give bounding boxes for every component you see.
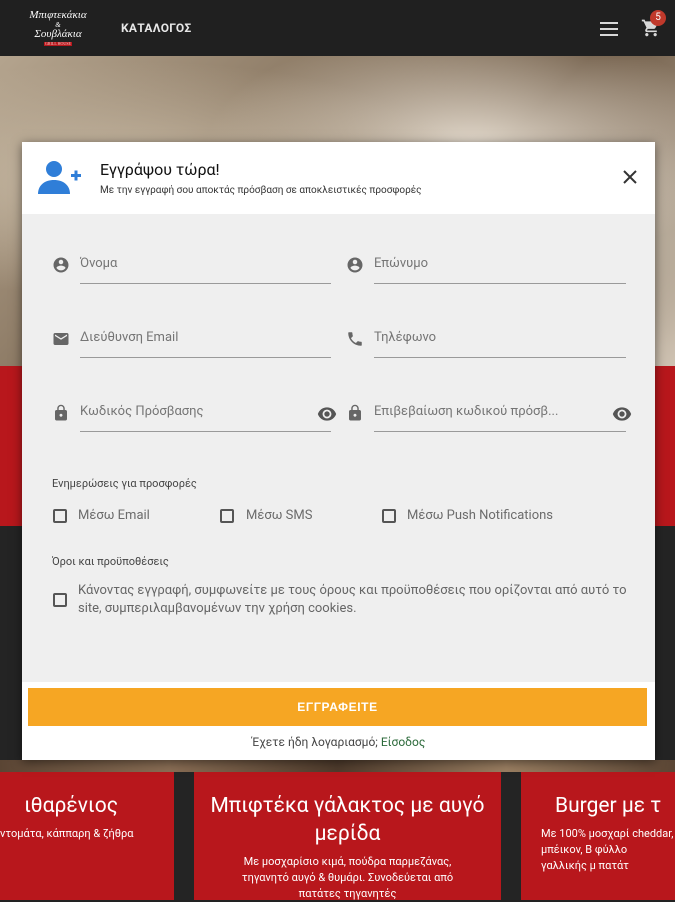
- brand-logo[interactable]: Μπιφτεκάκια & Σουβλάκια GRILL HOUSE: [24, 6, 92, 50]
- visibility-icon[interactable]: [612, 406, 632, 422]
- sms-updates-checkbox[interactable]: [220, 509, 234, 523]
- logo-line-1: Μπιφτεκάκια: [29, 9, 87, 21]
- email-placeholder: Διεύθυνση Email: [80, 330, 179, 345]
- nav-catalog-link[interactable]: ΚΑΤΑΛΟΓΟΣ: [121, 21, 191, 35]
- modal-subtitle: Με την εγγραφή σου αποκτάς πρόσβαση σε α…: [100, 185, 422, 196]
- cart-count-badge: 5: [650, 10, 666, 26]
- account-circle-icon: [53, 257, 69, 273]
- email-updates-checkbox[interactable]: [53, 509, 67, 523]
- login-prompt-text: Έχετε ήδη λογαριασμό;: [251, 735, 378, 749]
- first-name-placeholder: Όνομα: [80, 256, 118, 271]
- terms-section-label: Όροι και προϋποθέσεις: [52, 555, 169, 568]
- password-placeholder: Κωδικός Πρόσβασης: [80, 404, 204, 419]
- menu-icon[interactable]: [600, 22, 618, 36]
- product-card[interactable]: ιθαρένιος ντομάτα, κάππαρη & ζήθρα: [0, 772, 174, 900]
- terms-checkbox[interactable]: [53, 593, 67, 607]
- phone-field[interactable]: Τηλέφωνο: [346, 326, 626, 358]
- signup-modal: Εγγράψου τώρα! Με την εγγραφή σου αποκτά…: [22, 142, 655, 760]
- product-card[interactable]: Μπιφτέκα γάλακτος με αυγό μερίδα Με μοσχ…: [194, 772, 501, 900]
- password-confirm-placeholder: Επιβεβαίωση κωδικού πρόσβ...: [374, 404, 559, 419]
- product-card-title: Burger με τ: [555, 794, 662, 818]
- product-card[interactable]: Burger με τ Με 100% μοσχαρί cheddar, μπέ…: [521, 772, 675, 900]
- updates-section-label: Ενημερώσεις για προσφορές: [52, 477, 197, 490]
- close-icon[interactable]: [620, 167, 640, 187]
- add-user-icon: [38, 161, 81, 194]
- phone-icon: [348, 332, 362, 346]
- lock-icon: [349, 404, 361, 421]
- email-updates-label[interactable]: Μέσω Email: [78, 508, 150, 523]
- password-confirm-field[interactable]: Επιβεβαίωση κωδικού πρόσβ...: [346, 400, 632, 432]
- login-prompt: Έχετε ήδη λογαριασμό; Είσοδος: [22, 735, 655, 749]
- food-image-strip: [0, 760, 675, 772]
- mail-icon: [53, 333, 69, 345]
- phone-placeholder: Τηλέφωνο: [374, 330, 437, 345]
- last-name-placeholder: Επώνυμο: [374, 256, 429, 271]
- logo-line-2: Σουβλάκια: [34, 28, 82, 40]
- terms-text: Κάνοντας εγγραφή, συμφωνείτε με τους όρο…: [78, 583, 627, 616]
- product-card-desc: Με μοσχαρίσιο κιμά, πούδρα παρμεζάνας, τ…: [241, 855, 454, 900]
- modal-title: Εγγράψου τώρα!: [100, 160, 220, 179]
- visibility-icon[interactable]: [317, 406, 337, 422]
- account-circle-icon: [347, 257, 363, 273]
- lock-icon: [55, 404, 67, 421]
- last-name-field[interactable]: Επώνυμο: [346, 252, 626, 284]
- product-card-desc: ντομάτα, κάππαρη & ζήθρα: [0, 827, 134, 840]
- product-card-title: ιθαρένιος: [24, 794, 118, 818]
- product-card-desc: Με 100% μοσχαρί cheddar, μπέικον, B φύλλ…: [541, 827, 674, 872]
- sms-updates-label[interactable]: Μέσω SMS: [246, 508, 312, 523]
- password-field[interactable]: Κωδικός Πρόσβασης: [52, 400, 337, 432]
- email-field[interactable]: Διεύθυνση Email: [52, 326, 331, 358]
- modal-header: Εγγράψου τώρα! Με την εγγραφή σου αποκτά…: [22, 142, 655, 214]
- push-updates-checkbox[interactable]: [382, 509, 396, 523]
- push-updates-label[interactable]: Μέσω Push Notifications: [407, 508, 553, 523]
- first-name-field[interactable]: Όνομα: [52, 252, 331, 284]
- product-card-title: Μπιφτέκα γάλακτος με αυγό μερίδα: [210, 794, 485, 846]
- login-link[interactable]: Είσοδος: [381, 735, 425, 749]
- top-bar: Μπιφτεκάκια & Σουβλάκια GRILL HOUSE ΚΑΤΑ…: [0, 0, 675, 56]
- signup-button[interactable]: ΕΓΓΡΑΦΕΙΤΕ: [28, 688, 647, 726]
- logo-tag: GRILL HOUSE: [44, 41, 72, 46]
